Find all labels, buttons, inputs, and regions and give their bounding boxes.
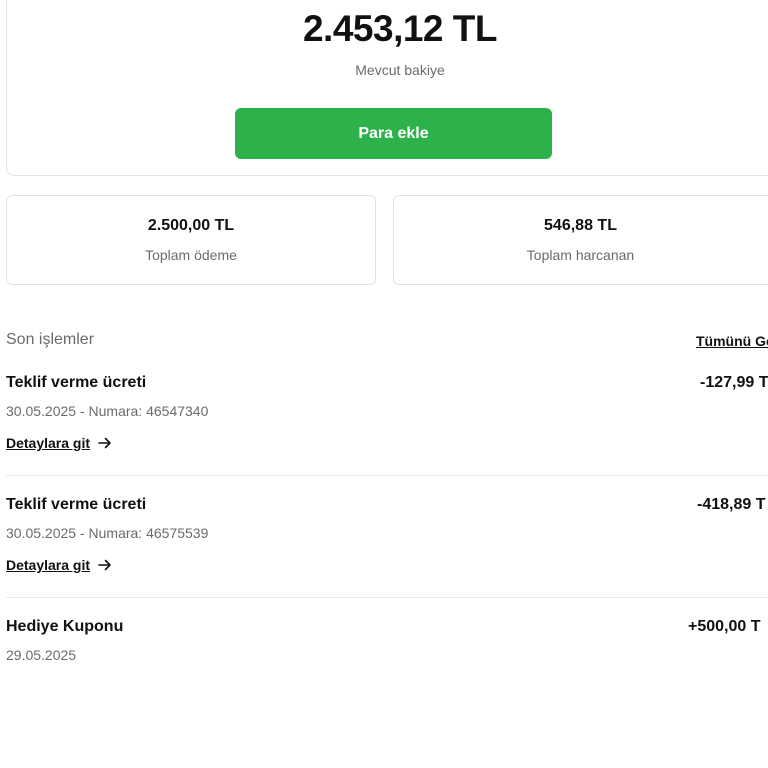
arrow-right-icon: [98, 559, 111, 571]
total-payment-label: Toplam ödeme: [145, 247, 237, 263]
total-payment-value: 2.500,00 TL: [147, 217, 235, 234]
total-spent-card: 546,88 TL Toplam harcanan: [393, 195, 768, 285]
details-link-label: Detaylara git: [6, 557, 91, 573]
balance-amount: 2.453,12 TL: [302, 8, 498, 49]
total-spent-label: Toplam harcanan: [526, 247, 635, 263]
total-spent-value: 546,88 TL: [544, 217, 617, 234]
details-link[interactable]: Detaylara git: [6, 435, 112, 451]
add-money-button[interactable]: Para ekle: [235, 108, 552, 159]
recent-transactions-title: Son işlemler: [6, 331, 95, 348]
transaction-amount: -127,99 T: [700, 374, 768, 391]
transaction-title: Teklif verme ücreti: [6, 496, 147, 513]
transaction-amount: -418,89 T: [697, 496, 766, 513]
divider: [6, 597, 768, 598]
details-link-label: Detaylara git: [6, 435, 91, 451]
transaction-amount: +500,00 T: [688, 618, 761, 635]
arrow-right-icon: [98, 437, 111, 449]
details-link[interactable]: Detaylara git: [6, 557, 112, 573]
wallet-page: 2.453,12 TL Mevcut bakiye Para ekle 2.50…: [0, 0, 768, 768]
total-payment-card: 2.500,00 TL Toplam ödeme: [6, 195, 376, 285]
view-all-link[interactable]: Tümünü Gö: [696, 333, 768, 349]
balance-label: Mevcut bakiye: [355, 62, 445, 78]
transaction-title: Hediye Kuponu: [6, 618, 124, 635]
transaction-title: Teklif verme ücreti: [6, 374, 147, 391]
transaction-meta: 30.05.2025 - Numara: 46547340: [6, 403, 209, 419]
divider: [6, 475, 768, 476]
transaction-meta: 30.05.2025 - Numara: 46575539: [6, 525, 209, 541]
transaction-meta: 29.05.2025: [6, 647, 77, 663]
